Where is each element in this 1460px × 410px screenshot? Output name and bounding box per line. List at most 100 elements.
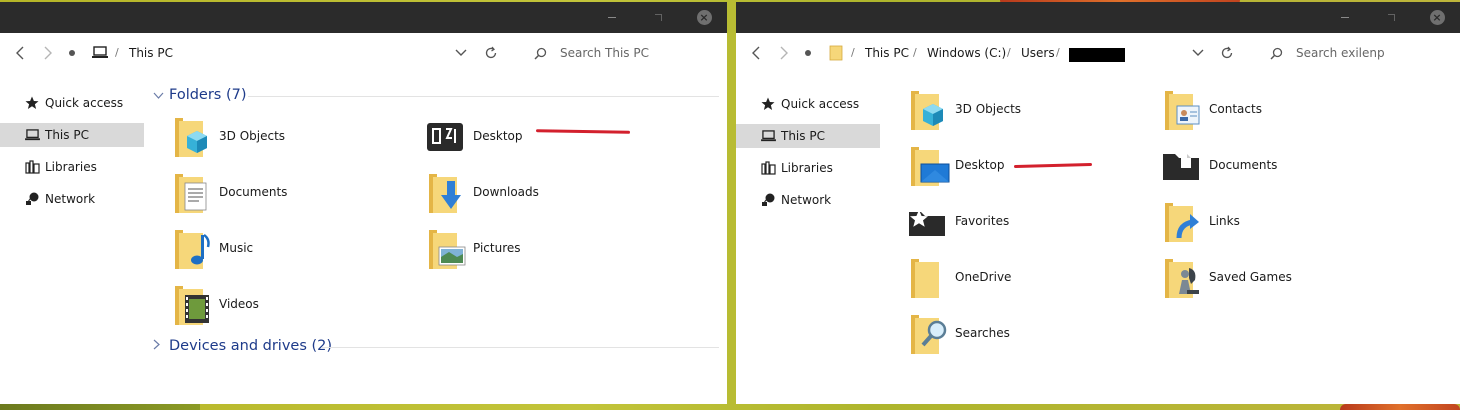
folder-item-saved-games[interactable]: Saved Games (1163, 254, 1403, 302)
breadcrumb-windows-c[interactable]: Windows (C:) (927, 33, 1006, 73)
refresh-button[interactable] (481, 33, 501, 73)
maximize-button[interactable] (1368, 2, 1414, 33)
sidebar-item-label: This PC (781, 129, 825, 143)
sidebar-item-this-pc[interactable]: This PC (0, 123, 144, 147)
address-dropdown-button[interactable] (1188, 33, 1208, 73)
folder-item-downloads[interactable]: Downloads (427, 169, 667, 217)
breadcrumb-this-pc[interactable]: This PC (129, 33, 173, 73)
recent-locations-button[interactable] (798, 33, 818, 73)
refresh-button[interactable] (1217, 33, 1237, 73)
group-header-folders[interactable]: Folders (7) (153, 84, 247, 106)
saved-games-folder-icon (1165, 259, 1199, 298)
sidebar-item-label: Network (781, 193, 832, 207)
arrow-left-icon (16, 46, 24, 60)
sidebar-item-network[interactable]: Network (0, 187, 144, 211)
title-bar[interactable]: × (0, 2, 727, 33)
libraries-icon (24, 159, 40, 175)
restore-icon (654, 14, 662, 21)
folder-item-documents[interactable]: Documents (1163, 142, 1403, 190)
recent-locations-button[interactable] (62, 33, 82, 73)
chevron-down-icon (455, 49, 467, 56)
close-icon: × (1429, 10, 1445, 25)
refresh-icon (485, 46, 497, 59)
folder-item-3d-objects[interactable]: 3D Objects (909, 86, 1149, 134)
folder-label: Favorites (955, 214, 1010, 228)
folder-item-music[interactable]: Music (173, 225, 413, 273)
folder-label: OneDrive (955, 270, 1012, 284)
folder-label: Documents (219, 185, 288, 199)
folder-item-searches[interactable]: Searches (909, 310, 1149, 358)
3d-objects-folder-icon (175, 118, 207, 157)
group-title: Folders (7) (169, 87, 247, 103)
folder-label: Downloads (473, 185, 539, 199)
folder-label: Desktop (955, 158, 1005, 172)
folder-label: Saved Games (1209, 270, 1292, 284)
folder-item-desktop[interactable]: Desktop (427, 113, 667, 161)
breadcrumb-this-pc[interactable]: This PC (865, 33, 909, 73)
sidebar-item-label: Quick access (45, 96, 124, 110)
documents-folder-icon (1163, 154, 1199, 180)
breadcrumb-separator: / (1056, 46, 1060, 59)
search-input[interactable]: Search This PC (560, 33, 649, 73)
3d-objects-folder-icon (911, 91, 943, 130)
sidebar-item-quick-access[interactable]: Quick access (0, 91, 144, 115)
minimize-icon (608, 17, 616, 18)
folder-item-links[interactable]: Links (1163, 198, 1403, 246)
refresh-icon (1221, 46, 1233, 59)
desktop-folder-icon (911, 147, 950, 186)
back-button[interactable] (746, 33, 766, 73)
sidebar-item-label: Libraries (781, 161, 833, 175)
close-button[interactable]: × (681, 2, 727, 33)
back-button[interactable] (10, 33, 30, 73)
folder-item-favorites[interactable]: Favorites (909, 198, 1149, 246)
group-header-devices-and-drives[interactable]: Devices and drives (2) (153, 335, 332, 357)
sidebar-item-quick-access[interactable]: Quick access (736, 92, 880, 116)
explorer-window-user-folder: × / This PC / Windows (C:) / Users / Sea… (736, 2, 1460, 404)
sidebar-item-libraries[interactable]: Libraries (0, 155, 144, 179)
group-divider (248, 96, 719, 97)
folder-item-documents[interactable]: Documents (173, 169, 413, 217)
restore-icon (1387, 14, 1395, 21)
desktop-wallpaper-fragment (1340, 404, 1460, 410)
computer-icon (92, 46, 108, 58)
sidebar-item-this-pc[interactable]: This PC (736, 124, 880, 148)
searches-folder-icon (911, 315, 947, 354)
forward-button[interactable] (38, 33, 58, 73)
group-divider (322, 347, 719, 348)
minimize-button[interactable] (1322, 2, 1368, 33)
sidebar-item-network[interactable]: Network (736, 188, 880, 212)
folder-label: Links (1209, 214, 1240, 228)
address-dropdown-button[interactable] (451, 33, 471, 73)
computer-icon (760, 128, 776, 144)
sidebar-item-label: Network (45, 192, 96, 206)
breadcrumb-separator: / (1007, 46, 1011, 59)
folder-label: Searches (955, 326, 1010, 340)
minimize-button[interactable] (589, 2, 635, 33)
breadcrumb-users[interactable]: Users (1021, 33, 1055, 73)
folder-item-pictures[interactable]: Pictures (427, 225, 667, 273)
folder-item-onedrive[interactable]: OneDrive (909, 254, 1149, 302)
location-icon (826, 33, 846, 73)
forward-button[interactable] (774, 33, 794, 73)
maximize-button[interactable] (635, 2, 681, 33)
onedrive-folder-icon (911, 259, 939, 298)
sidebar-item-libraries[interactable]: Libraries (736, 156, 880, 180)
search-icon (530, 33, 550, 73)
search-input[interactable]: Search exilenp (1296, 33, 1385, 73)
desktop-folder-icon (427, 123, 463, 151)
chevron-down-icon (153, 88, 167, 102)
libraries-icon (760, 160, 776, 176)
chevron-down-icon (1192, 49, 1204, 56)
folder-item-3d-objects[interactable]: 3D Objects (173, 113, 413, 161)
contacts-folder-icon (1165, 91, 1200, 130)
documents-folder-icon (175, 174, 207, 213)
dot-icon (805, 50, 811, 56)
close-button[interactable]: × (1414, 2, 1460, 33)
breadcrumb-separator: / (851, 46, 855, 59)
folder-item-contacts[interactable]: Contacts (1163, 86, 1403, 134)
folder-item-videos[interactable]: Videos (173, 281, 413, 329)
sidebar-item-label: This PC (45, 128, 89, 142)
title-bar[interactable]: × (736, 2, 1460, 33)
downloads-folder-icon (429, 174, 461, 213)
explorer-window-this-pc: × / This PC Search This PC Quick access … (0, 2, 727, 404)
